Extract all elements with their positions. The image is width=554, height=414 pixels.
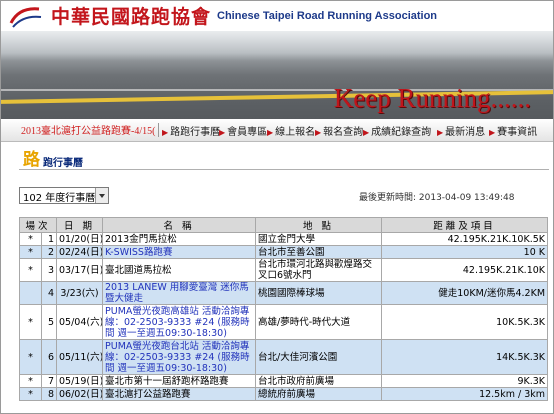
- row-event-name: 臺北滬打公益路跑賽: [102, 387, 257, 401]
- site-title[interactable]: 中華民國路跑協會: [51, 2, 211, 29]
- row-mark: *: [19, 258, 42, 282]
- row-distance: 10K.5K.3K: [381, 304, 549, 340]
- arrow-icon: ▶: [489, 128, 496, 137]
- row-place: 台北市環河北路與歡煌路交叉口6號水門: [255, 258, 383, 282]
- row-event-name[interactable]: PUMA螢光夜跑高雄站 活動洽詢專線：02-2503-9333 #24 (服務時…: [102, 304, 257, 340]
- row-number: 4: [40, 281, 58, 305]
- row-number: 7: [40, 374, 58, 388]
- arrow-icon: ▶: [437, 128, 444, 137]
- row-number: 2: [40, 245, 58, 259]
- section-divider: [19, 169, 549, 170]
- row-mark: *: [19, 387, 42, 401]
- row-date: 01/20(日): [56, 232, 104, 246]
- row-date: 05/11(六): [56, 339, 104, 375]
- table-header-row: 場次 日 期 名 稱 地 點 距離及項目: [18, 217, 549, 233]
- row-date: 05/19(日): [56, 374, 104, 388]
- nav-item-calendar[interactable]: ▶ 路跑行事曆: [162, 123, 220, 138]
- row-distance: 10 K: [381, 245, 549, 259]
- row-event-name: 臺北國道馬拉松: [102, 258, 257, 282]
- row-date: 03/17(日): [56, 258, 104, 282]
- arrow-icon: ▶: [315, 128, 322, 137]
- row-event-name: 臺北市第十一屆舒跑杯路跑賽: [102, 374, 257, 388]
- row-mark: *: [19, 339, 42, 375]
- table-row: * 3 03/17(日) 臺北國道馬拉松 台北市環河北路與歡煌路交叉口6號水門 42.19…: [19, 258, 549, 282]
- row-number: 5: [40, 304, 58, 340]
- section-title: 跑行事曆: [43, 158, 83, 169]
- nav-item-members[interactable]: ▶ 會員專區: [219, 123, 267, 138]
- row-mark: [19, 281, 42, 305]
- col-header-distance: 距離及項目: [381, 217, 549, 233]
- row-distance: 9K.3K: [381, 374, 549, 388]
- row-mark: *: [19, 245, 42, 259]
- table-row: * 7 05/19(日) 臺北市第十一屆舒跑杯路跑賽 台北市政府前廣場 9K.3K: [19, 374, 549, 388]
- arrow-icon: ▶: [363, 128, 370, 137]
- row-number: 8: [40, 387, 58, 401]
- table-row: * 2 02/24(日) K-SWISS路跑賽 台北市至善公園 10 K: [19, 245, 549, 259]
- year-select[interactable]: 102 年度行事曆: [19, 187, 109, 204]
- nav-item-news[interactable]: ▶ 最新消息: [437, 123, 485, 138]
- news-marquee[interactable]: 2013臺北滬打公益路跑賽-4/15(: [21, 122, 157, 137]
- row-event-name: 2013金門馬拉松: [102, 232, 257, 246]
- nav-divider: [158, 123, 159, 137]
- row-distance: 12.5km / 3km: [381, 387, 549, 401]
- header-banner: 中華民國路跑協會 Chinese Taipei Road Running Ass…: [1, 1, 553, 123]
- last-updated: 最後更新時間: 2013-04-09 13:49:48: [359, 193, 515, 203]
- row-event-name[interactable]: K-SWISS路跑賽: [102, 245, 257, 259]
- row-distance: 健走10KM/迷你馬4.2KM: [381, 281, 549, 305]
- chevron-down-icon[interactable]: [95, 188, 108, 203]
- section-heading-icon: 路: [23, 149, 41, 170]
- table-row: 4 3/23(六) 2013 LANEW 用腳愛臺灣 迷你馬暨大健走 桃園國際棒球場健…: [19, 281, 549, 305]
- row-place: 總統府前廣場: [255, 387, 383, 401]
- col-header-date: 日 期: [56, 217, 104, 233]
- site-title-english: Chinese Taipei Road Running Association: [217, 10, 438, 22]
- table-row: * 5 05/04(六) PUMA螢光夜跑高雄站 活動洽詢專線：02-2503-933…: [19, 304, 549, 340]
- col-header-name: 名 稱: [102, 217, 257, 233]
- row-number: 3: [40, 258, 58, 282]
- row-place: 桃園國際棒球場: [255, 281, 383, 305]
- events-table: 場次 日 期 名 稱 地 點 距離及項目 * 1 01/20(日) 2013金門馬拉松…: [18, 217, 549, 401]
- runner-logo-icon: [9, 7, 42, 28]
- col-header-place: 地 點: [255, 217, 383, 233]
- slogan: Keep Running......: [333, 83, 531, 113]
- row-number: 1: [40, 232, 58, 246]
- section-heading-glyph: 路: [23, 149, 41, 170]
- row-mark: *: [19, 304, 42, 340]
- col-header-no: 場次: [18, 217, 58, 233]
- row-event-name[interactable]: PUMA螢光夜跑台北站 活動洽詢專線：02-2503-9333 #24 (服務時…: [102, 339, 257, 375]
- nav-item-register[interactable]: ▶ 線上報名: [267, 123, 315, 138]
- table-row: * 8 06/02(日) 臺北滬打公益路跑賽 總統府前廣場 12.5km / 3km: [19, 387, 549, 401]
- arrow-icon: ▶: [162, 128, 169, 137]
- table-row: * 6 05/11(六) PUMA螢光夜跑台北站 活動洽詢專線：02-2503-933…: [19, 339, 549, 375]
- row-date: 3/23(六): [56, 281, 104, 305]
- row-mark: *: [19, 232, 42, 246]
- nav-item-query[interactable]: ▶ 報名查詢: [315, 123, 363, 138]
- row-date: 06/02(日): [56, 387, 104, 401]
- arrow-icon: ▶: [267, 128, 274, 137]
- row-distance: 42.195K.21K.10K.5K: [381, 232, 549, 246]
- row-number: 6: [40, 339, 58, 375]
- row-place: 高雄/夢時代-時代大道: [255, 304, 383, 340]
- row-place: 台北市至善公園: [255, 245, 383, 259]
- year-select-value: 102 年度行事曆: [23, 193, 96, 204]
- nav-item-events[interactable]: ▶ 賽事資訊: [489, 123, 537, 138]
- main-nav: 2013臺北滬打公益路跑賽-4/15( ▶ 路跑行事曆 ▶ 會員專區 ▶ 線上報名 ▶…: [1, 119, 553, 142]
- nav-item-results[interactable]: ▶ 成績紀錄查詢: [363, 123, 431, 138]
- row-mark: *: [19, 374, 42, 388]
- row-date: 02/24(日): [56, 245, 104, 259]
- row-place: 國立金門大學: [255, 232, 383, 246]
- row-place: 台北/大佳河濱公園: [255, 339, 383, 375]
- page-frame: 中華民國路跑協會 Chinese Taipei Road Running Ass…: [0, 0, 554, 414]
- row-date: 05/04(六): [56, 304, 104, 340]
- table-row: * 1 01/20(日) 2013金門馬拉松 國立金門大學 42.195K.21K.10K…: [19, 232, 549, 246]
- row-distance: 14K.5K.3K: [381, 339, 549, 375]
- row-distance: 42.195K.21K.10K: [381, 258, 549, 282]
- arrow-icon: ▶: [219, 128, 226, 137]
- row-event-name[interactable]: 2013 LANEW 用腳愛臺灣 迷你馬暨大健走: [102, 281, 257, 305]
- row-place: 台北市政府前廣場: [255, 374, 383, 388]
